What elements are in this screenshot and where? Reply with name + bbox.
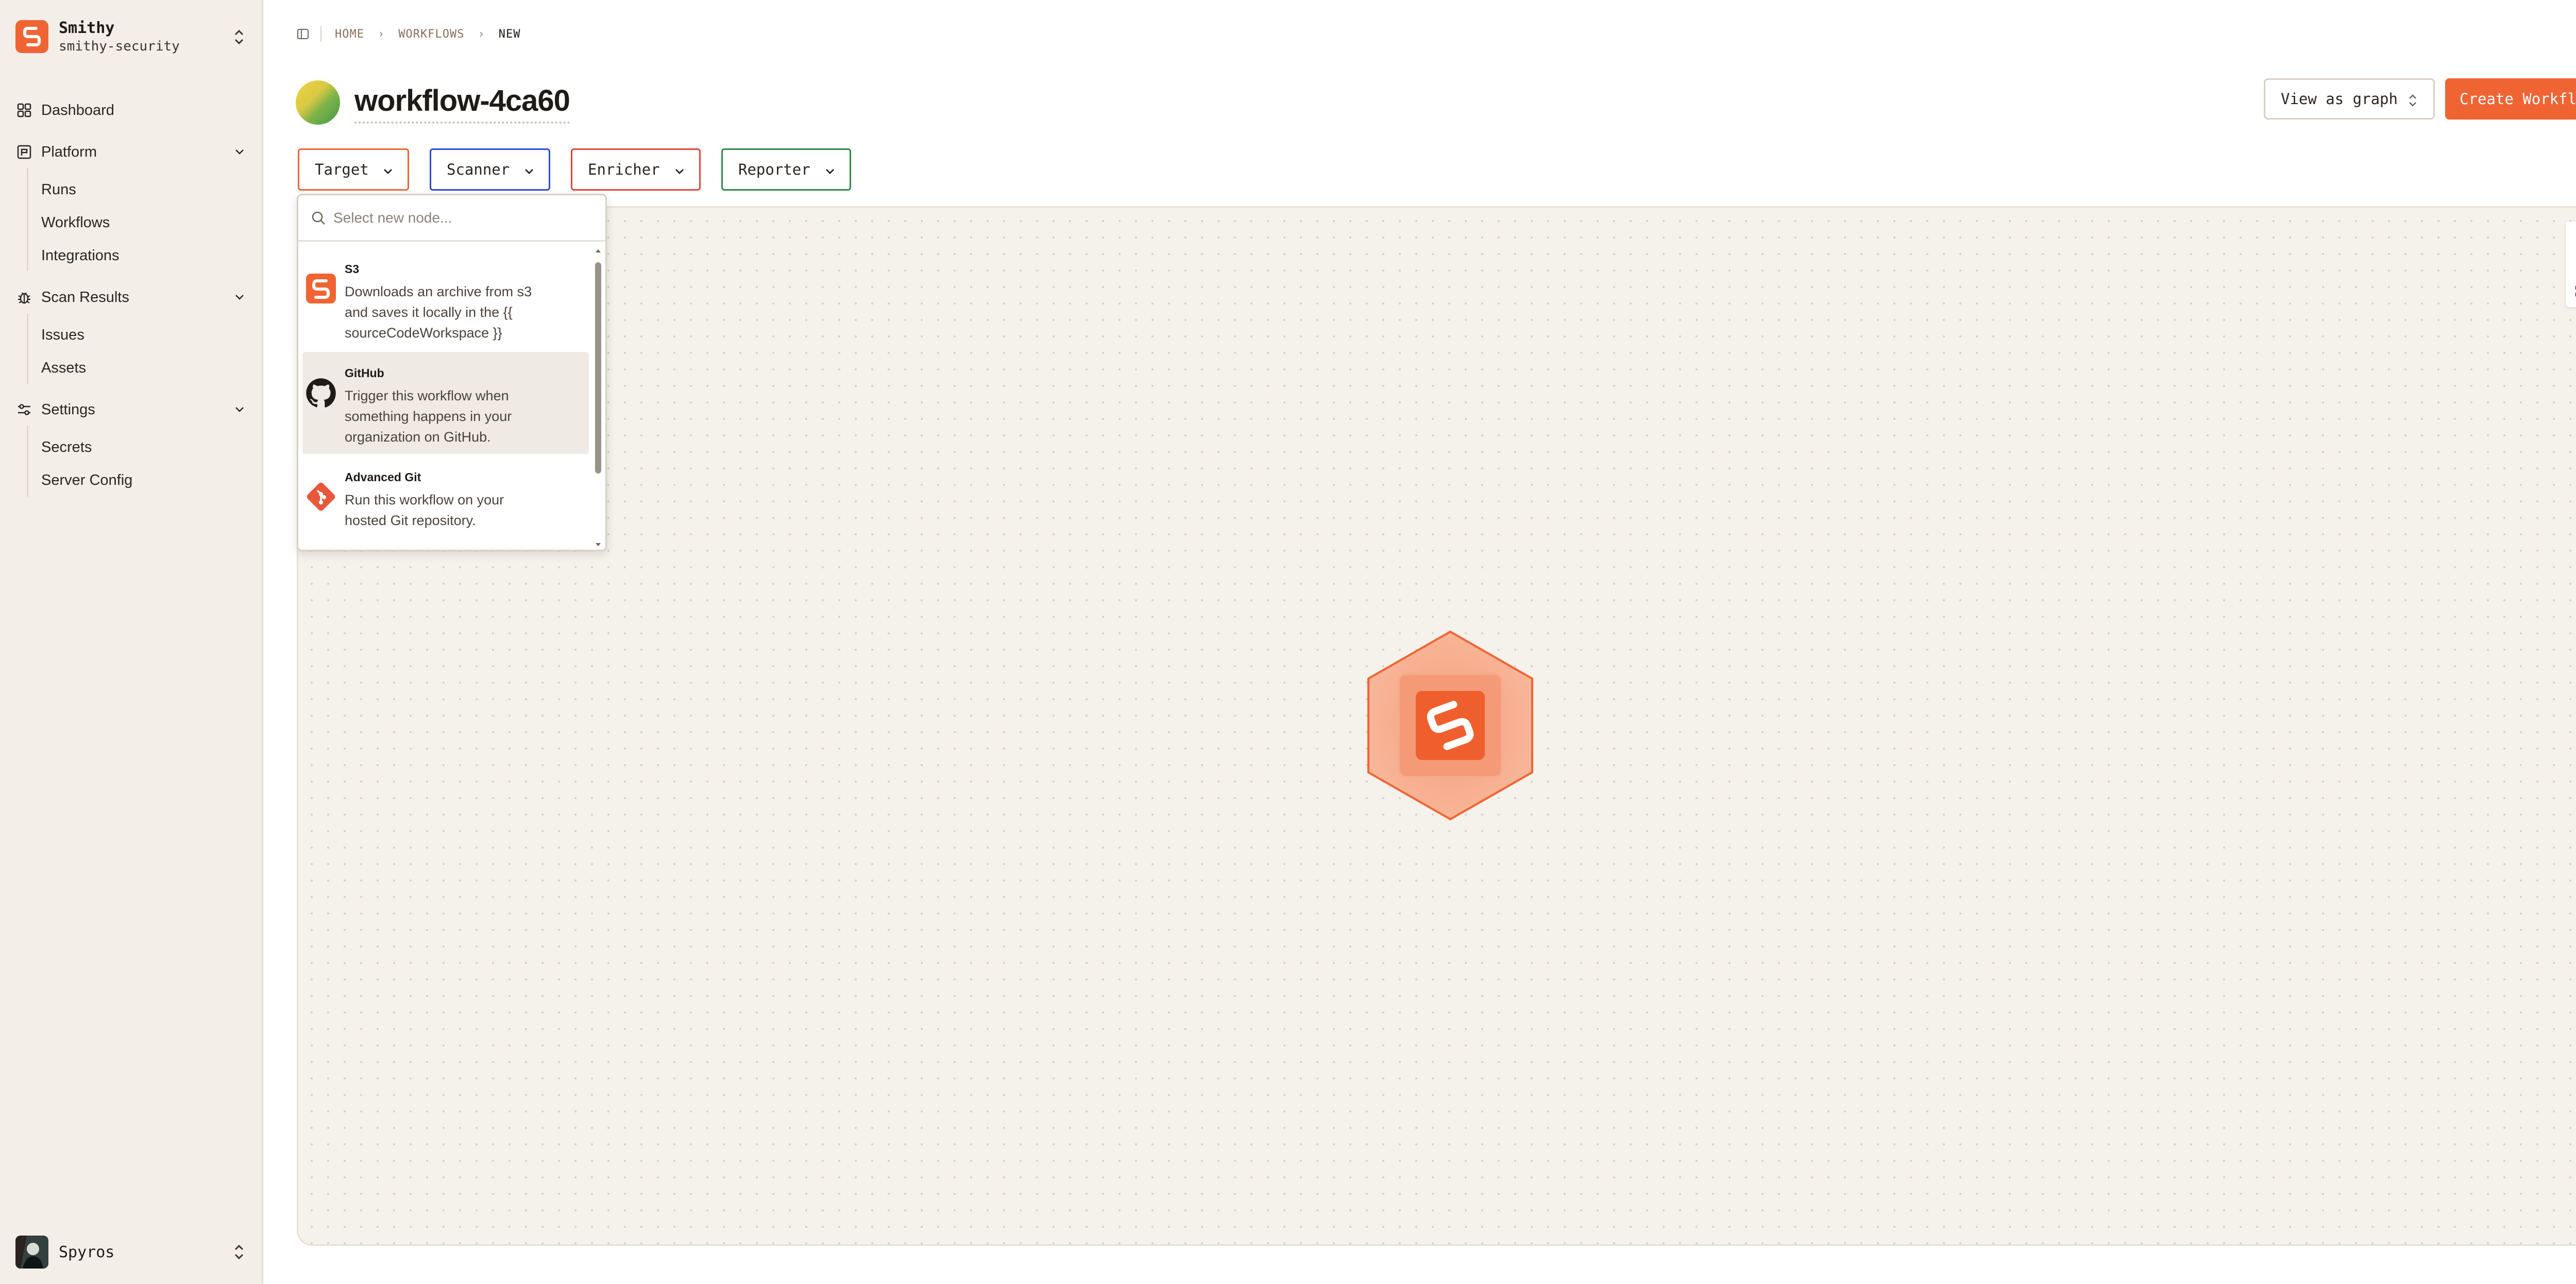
github-icon	[306, 378, 336, 408]
sidebar-item-server-config[interactable]: Server Config	[41, 466, 132, 495]
node-option-description: Run this workflow on your hosted Git rep…	[345, 492, 504, 528]
nav-scan-results[interactable]: Scan Results	[15, 283, 247, 312]
sidebar-item-runs[interactable]: Runs	[41, 175, 76, 204]
zoom-out-button[interactable]: -	[2566, 249, 2576, 277]
node-option-description: Trigger this workflow when something hap…	[345, 388, 512, 445]
smithy-logo-icon	[15, 20, 48, 53]
settings-sliders-icon	[15, 401, 33, 418]
nav-platform[interactable]: Platform	[15, 138, 247, 166]
chevron-down-icon	[826, 169, 834, 174]
nav-settings-label: Settings	[41, 401, 95, 418]
sidebar-item-assets[interactable]: Assets	[41, 353, 86, 382]
smithy-hexagon-icon	[1367, 630, 1533, 821]
org-name: Smithy	[59, 19, 115, 37]
chevron-right-icon: ›	[478, 27, 485, 41]
scanner-label: Scanner	[447, 161, 510, 178]
node-option-description: Downloads an archive from s3 and saves i…	[345, 284, 532, 341]
node-select-dropdown: S3 Downloads an archive from s3 and save…	[297, 194, 607, 551]
reporter-label: Reporter	[738, 161, 810, 178]
scanner-dropdown-button[interactable]: Scanner	[430, 148, 550, 191]
sidebar-item-issues[interactable]: Issues	[41, 320, 84, 349]
breadcrumb-home[interactable]: HOME	[335, 28, 364, 41]
view-as-graph-select[interactable]: View as graph	[2264, 78, 2435, 120]
zoom-in-button[interactable]: +	[2566, 222, 2576, 249]
node-option-title: Advanced Git	[345, 470, 421, 484]
breadcrumb-current: NEW	[498, 27, 521, 41]
node-option-github[interactable]: GitHub Trigger this workflow when someth…	[302, 352, 589, 454]
settings-subnav-line	[27, 426, 28, 497]
sidebar-item-workflows[interactable]: Workflows	[41, 208, 110, 237]
chevron-right-icon: ›	[377, 27, 385, 41]
nav-scan-results-label: Scan Results	[41, 289, 129, 306]
sidebar: Smithy smithy-security Dashboard Platfor…	[0, 0, 263, 1284]
dropdown-scrollbar-thumb[interactable]	[595, 262, 601, 474]
reporter-dropdown-button[interactable]: Reporter	[721, 148, 851, 191]
git-icon	[307, 482, 335, 511]
node-option-title: S3	[345, 262, 360, 276]
node-search-input[interactable]	[333, 209, 581, 226]
node-option-s3[interactable]: S3 Downloads an archive from s3 and save…	[302, 248, 589, 350]
platform-subnav-line	[27, 168, 28, 271]
node-search-bar	[298, 195, 605, 242]
avatar	[15, 1236, 48, 1269]
target-label: Target	[315, 161, 369, 178]
scroll-up-icon[interactable]	[593, 247, 603, 255]
breadcrumb-divider	[320, 26, 321, 42]
org-slug: smithy-security	[59, 38, 180, 54]
workflow-avatar-icon	[296, 80, 340, 125]
create-workflow-button[interactable]: Create Workflow	[2445, 78, 2576, 120]
enricher-dropdown-button[interactable]: Enricher	[571, 148, 701, 191]
chevron-down-icon	[525, 169, 533, 174]
chevron-down-icon	[235, 295, 244, 300]
node-option-advanced-git[interactable]: Advanced Git Run this workflow on your h…	[302, 456, 589, 544]
nav-platform-label: Platform	[41, 143, 97, 160]
chevron-down-icon	[675, 169, 684, 174]
chevron-up-down-icon	[234, 1244, 244, 1260]
chevron-down-icon	[235, 149, 244, 155]
user-name: Spyros	[59, 1243, 115, 1261]
dashboard-icon	[15, 102, 33, 119]
fit-view-button[interactable]	[2566, 277, 2576, 305]
target-dropdown-button[interactable]: Target	[298, 148, 409, 191]
breadcrumb: HOME › WORKFLOWS › NEW	[297, 25, 520, 43]
nav-dashboard[interactable]: Dashboard	[15, 96, 247, 125]
sidebar-item-secrets[interactable]: Secrets	[41, 433, 92, 462]
user-menu[interactable]: Spyros	[15, 1234, 247, 1270]
view-as-graph-label: View as graph	[2281, 90, 2398, 108]
zoom-controls: + -	[2566, 222, 2576, 307]
chevron-down-icon	[384, 169, 392, 174]
workflow-title[interactable]: workflow-4ca60	[354, 80, 570, 124]
smithy-icon	[306, 274, 336, 303]
breadcrumb-workflows[interactable]: WORKFLOWS	[398, 28, 464, 41]
scroll-down-icon[interactable]	[593, 540, 603, 549]
chevron-up-down-icon	[234, 29, 244, 45]
platform-icon	[15, 143, 33, 161]
enricher-label: Enricher	[588, 161, 660, 178]
bug-icon	[15, 289, 33, 306]
smithy-center-node[interactable]	[1365, 630, 1535, 821]
scan-subnav-line	[27, 313, 28, 384]
nav-dashboard-label: Dashboard	[41, 102, 114, 119]
org-switcher[interactable]: Smithy smithy-security	[15, 19, 247, 55]
node-option-title: GitHub	[345, 366, 384, 380]
search-icon	[312, 211, 325, 225]
nav-settings[interactable]: Settings	[15, 395, 247, 424]
chevron-up-down-icon	[2409, 94, 2416, 107]
sidebar-toggle-icon[interactable]	[297, 28, 309, 40]
sidebar-item-integrations[interactable]: Integrations	[41, 241, 120, 270]
chevron-down-icon	[235, 407, 244, 412]
